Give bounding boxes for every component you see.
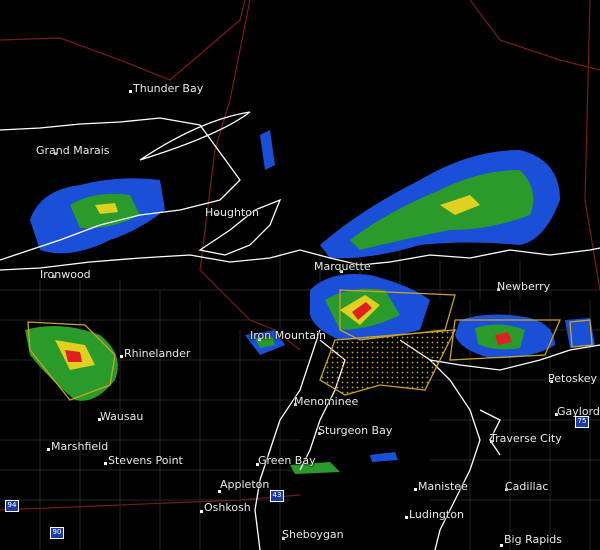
interstate-shield-icon: 75 <box>575 416 589 428</box>
city-dot <box>414 488 417 491</box>
radar-cell-houghton <box>260 130 275 170</box>
city-wausau: Wausau <box>100 410 144 423</box>
city-petoskey: Petoskey <box>548 372 598 385</box>
city-iron-mountain: Iron Mountain <box>250 329 326 342</box>
city-manistee: Manistee <box>418 480 468 493</box>
city-dot <box>47 448 50 451</box>
state-line-east <box>469 0 600 71</box>
state-line-east2 <box>584 0 600 291</box>
radar-map: Thunder Bay Grand Marais Houghton Ironwo… <box>0 0 600 550</box>
city-stevens-point: Stevens Point <box>108 454 183 467</box>
city-oshkosh: Oshkosh <box>204 501 251 514</box>
city-marquette: Marquette <box>314 260 371 273</box>
city-ludington: Ludington <box>409 508 464 521</box>
city-green-bay: Green Bay <box>258 454 316 467</box>
city-sheboygan: Sheboygan <box>282 528 344 541</box>
city-big-rapids: Big Rapids <box>504 533 562 546</box>
city-traverse-city: Traverse City <box>490 432 562 445</box>
city-appleton: Appleton <box>220 478 270 491</box>
city-dot <box>120 355 123 358</box>
superior-south-shore <box>0 247 600 271</box>
city-cadillac: Cadillac <box>505 480 549 493</box>
city-newberry: Newberry <box>497 280 551 293</box>
city-dot <box>405 516 408 519</box>
city-marshfield: Marshfield <box>51 440 109 453</box>
radar-cell-lake-mi <box>370 452 398 462</box>
city-dot <box>500 544 503 547</box>
city-grand-marais: Grand Marais <box>36 144 110 157</box>
city-sturgeon-bay: Sturgeon Bay <box>318 424 393 437</box>
city-dot <box>129 90 132 93</box>
isle-royale <box>139 111 251 161</box>
interstate-shield-icon: 43 <box>270 490 284 502</box>
interstate-shield-icon: 90 <box>50 527 64 539</box>
city-dot <box>200 510 203 513</box>
city-rhinelander: Rhinelander <box>124 347 191 360</box>
city-ironwood: Ironwood <box>40 268 91 281</box>
city-thunder-bay: Thunder Bay <box>133 82 204 95</box>
watch-hatched-area <box>319 329 457 396</box>
interstate-shield-icon: 94 <box>5 500 19 512</box>
city-houghton: Houghton <box>205 206 259 219</box>
city-menominee: Menominee <box>294 395 359 408</box>
wi-mi-border <box>199 0 301 351</box>
canada-us-border <box>0 0 246 81</box>
city-dot <box>104 462 107 465</box>
